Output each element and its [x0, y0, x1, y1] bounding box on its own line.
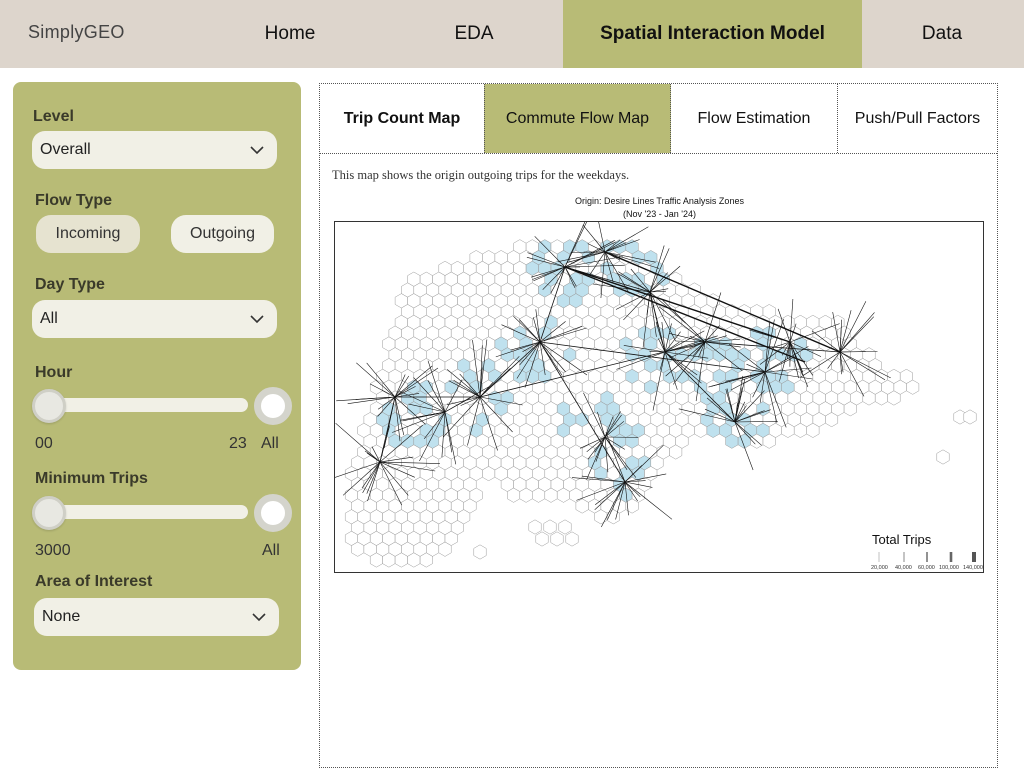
legend-tick-labels: 20,000 40,000 60,000 100,000 140,000 [871, 565, 983, 571]
level-select[interactable]: Overall [32, 131, 277, 169]
map-hexagon [936, 449, 950, 465]
map-hexagon [550, 531, 564, 547]
map-hexagon [963, 409, 977, 425]
map-hexagon [473, 544, 487, 560]
map-description: This map shows the origin outgoing trips… [332, 168, 630, 182]
legend-tick: 100,000 [939, 565, 959, 571]
min-trips-all-label: All [262, 542, 280, 559]
level-label: Level [33, 108, 74, 125]
tab-flow-estimation[interactable]: Flow Estimation [671, 84, 838, 153]
legend-tick: 140,000 [963, 565, 983, 571]
hour-slider-track[interactable] [39, 398, 248, 412]
tab-bar: Trip Count Map Commute Flow Map Flow Est… [320, 84, 997, 154]
area-of-interest-label: Area of Interest [35, 573, 153, 590]
level-select-value: Overall [40, 141, 91, 158]
min-trips-label: Minimum Trips [35, 470, 148, 487]
filter-sidebar: Level Overall Flow Type Incoming Outgoin… [13, 82, 301, 670]
main-panel: Trip Count Map Commute Flow Map Flow Est… [319, 83, 998, 768]
nav-eda[interactable]: EDA [404, 0, 544, 68]
day-type-label: Day Type [35, 276, 105, 293]
day-type-select[interactable]: All [32, 300, 277, 338]
desire-lines-map[interactable]: Total Trips 20,000 40,000 60,000 100,000… [334, 221, 984, 573]
hour-all-toggle[interactable] [254, 387, 292, 425]
flow-outgoing-button[interactable]: Outgoing [171, 215, 274, 253]
min-trips-value: 3000 [35, 542, 71, 559]
hour-slider-handle[interactable] [32, 389, 66, 423]
legend-tick: 40,000 [895, 565, 912, 571]
map-hexagon [535, 531, 549, 547]
min-trips-all-toggle[interactable] [254, 494, 292, 532]
hour-min-value: 00 [35, 435, 53, 452]
nav-home[interactable]: Home [220, 0, 360, 68]
tab-trip-count-map[interactable]: Trip Count Map [320, 84, 484, 153]
hour-all-label: All [261, 435, 279, 452]
legend-title: Total Trips [872, 532, 932, 547]
nav-data[interactable]: Data [872, 0, 1012, 68]
map-subtitle: (Nov '23 - Jan '24) [623, 209, 696, 219]
map-title: Origin: Desire Lines Traffic Analysis Zo… [575, 196, 744, 206]
top-nav: SimplyGEO Home EDA Spatial Interaction M… [0, 0, 1024, 68]
brand-logo[interactable]: SimplyGEO [28, 22, 125, 43]
min-trips-slider-handle[interactable] [32, 496, 66, 530]
map-hexagon [543, 519, 557, 535]
min-trips-slider-track[interactable] [39, 505, 248, 519]
area-of-interest-select[interactable]: None [34, 598, 279, 636]
chevron-down-icon [252, 613, 266, 622]
map-hexagon [565, 531, 579, 547]
day-type-select-value: All [40, 310, 58, 327]
legend-tick: 20,000 [871, 565, 888, 571]
nav-spatial-interaction-model[interactable]: Spatial Interaction Model [563, 0, 862, 68]
map-hexagon [558, 519, 572, 535]
hour-label: Hour [35, 364, 73, 381]
tab-push-pull-factors[interactable]: Push/Pull Factors [838, 84, 997, 153]
map-hexagon [528, 519, 542, 535]
chevron-down-icon [250, 146, 264, 155]
legend-bars: 20,000 40,000 60,000 100,000 140,000 [871, 552, 983, 571]
legend-tick: 60,000 [918, 565, 935, 571]
hour-max-value: 23 [229, 435, 247, 452]
chevron-down-icon [250, 315, 264, 324]
area-of-interest-select-value: None [42, 608, 81, 625]
flow-incoming-button[interactable]: Incoming [36, 215, 140, 253]
tab-commute-flow-map[interactable]: Commute Flow Map [484, 84, 671, 153]
hex-flow-map [335, 222, 977, 568]
flow-type-label: Flow Type [35, 192, 113, 209]
